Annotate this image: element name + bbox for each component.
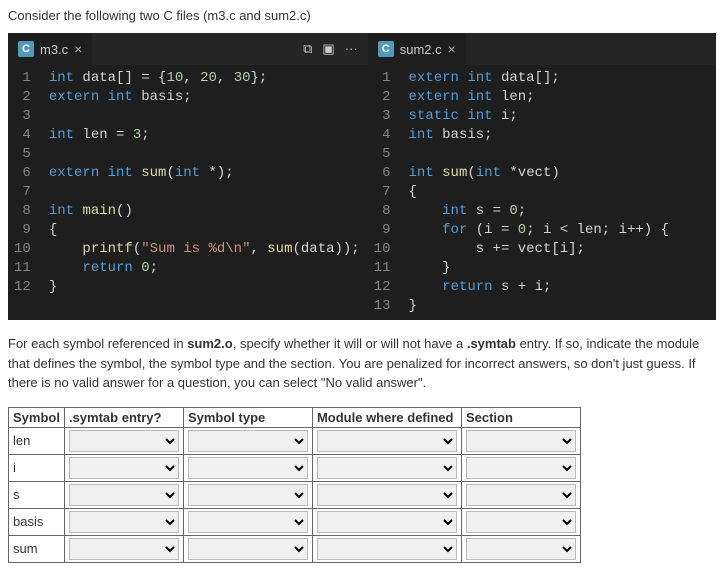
more-icon[interactable]: ···: [345, 41, 358, 57]
line-gutter-left: 123 456 789 101112: [8, 65, 41, 301]
select-i-symtab[interactable]: [69, 457, 179, 479]
col-symbol: Symbol: [9, 407, 65, 427]
tab-label-right: sum2.c: [400, 42, 442, 57]
select-len-symtab[interactable]: [69, 430, 179, 452]
c-file-icon: C: [18, 41, 34, 57]
select-len-module[interactable]: [317, 430, 457, 452]
table-row: i: [9, 454, 581, 481]
table-row: s: [9, 481, 581, 508]
symbol-i: i: [9, 454, 65, 481]
editor-area: C m3.c × ⧉ ▣ ··· 123 456 789 101112 int …: [8, 33, 716, 320]
symbol-len: len: [9, 427, 65, 454]
select-i-module[interactable]: [317, 457, 457, 479]
tab-m3c[interactable]: C m3.c ×: [8, 33, 92, 65]
select-s-section[interactable]: [466, 484, 576, 506]
code-left: int data[] = {10, 20, 30}; extern int ba…: [41, 65, 368, 301]
close-icon[interactable]: ×: [74, 41, 82, 57]
symbol-s: s: [9, 481, 65, 508]
compare-icon[interactable]: ⧉: [303, 41, 312, 57]
table-row: len: [9, 427, 581, 454]
symbol-basis: basis: [9, 508, 65, 535]
select-i-section[interactable]: [466, 457, 576, 479]
col-section: Section: [461, 407, 580, 427]
tab-bar-left: C m3.c × ⧉ ▣ ···: [8, 33, 368, 65]
table-row: basis: [9, 508, 581, 535]
answer-table: Symbol .symtab entry? Symbol type Module…: [8, 407, 581, 563]
select-i-type[interactable]: [188, 457, 308, 479]
c-file-icon: C: [378, 41, 394, 57]
select-s-module[interactable]: [317, 484, 457, 506]
select-basis-symtab[interactable]: [69, 511, 179, 533]
tab-label-left: m3.c: [40, 42, 68, 57]
select-s-type[interactable]: [188, 484, 308, 506]
select-basis-module[interactable]: [317, 511, 457, 533]
split-icon[interactable]: ▣: [322, 41, 334, 57]
select-len-type[interactable]: [188, 430, 308, 452]
select-basis-type[interactable]: [188, 511, 308, 533]
col-type: Symbol type: [183, 407, 312, 427]
code-right: extern int data[]; extern int len; stati…: [401, 65, 677, 320]
tab-bar-right: C sum2.c ×: [368, 33, 716, 65]
col-symtab: .symtab entry?: [64, 407, 183, 427]
close-icon[interactable]: ×: [448, 41, 456, 57]
instructions-text: For each symbol referenced in sum2.o, sp…: [8, 334, 716, 393]
question-intro: Consider the following two C files (m3.c…: [8, 8, 716, 23]
editor-pane-left: C m3.c × ⧉ ▣ ··· 123 456 789 101112 int …: [8, 33, 368, 320]
select-len-section[interactable]: [466, 430, 576, 452]
select-s-symtab[interactable]: [69, 484, 179, 506]
editor-pane-right: C sum2.c × 123 456 789 101112 13 extern …: [368, 33, 716, 320]
select-basis-section[interactable]: [466, 511, 576, 533]
line-gutter-right: 123 456 789 101112 13: [368, 65, 401, 320]
col-module: Module where defined: [312, 407, 461, 427]
tab-sum2c[interactable]: C sum2.c ×: [368, 33, 466, 65]
